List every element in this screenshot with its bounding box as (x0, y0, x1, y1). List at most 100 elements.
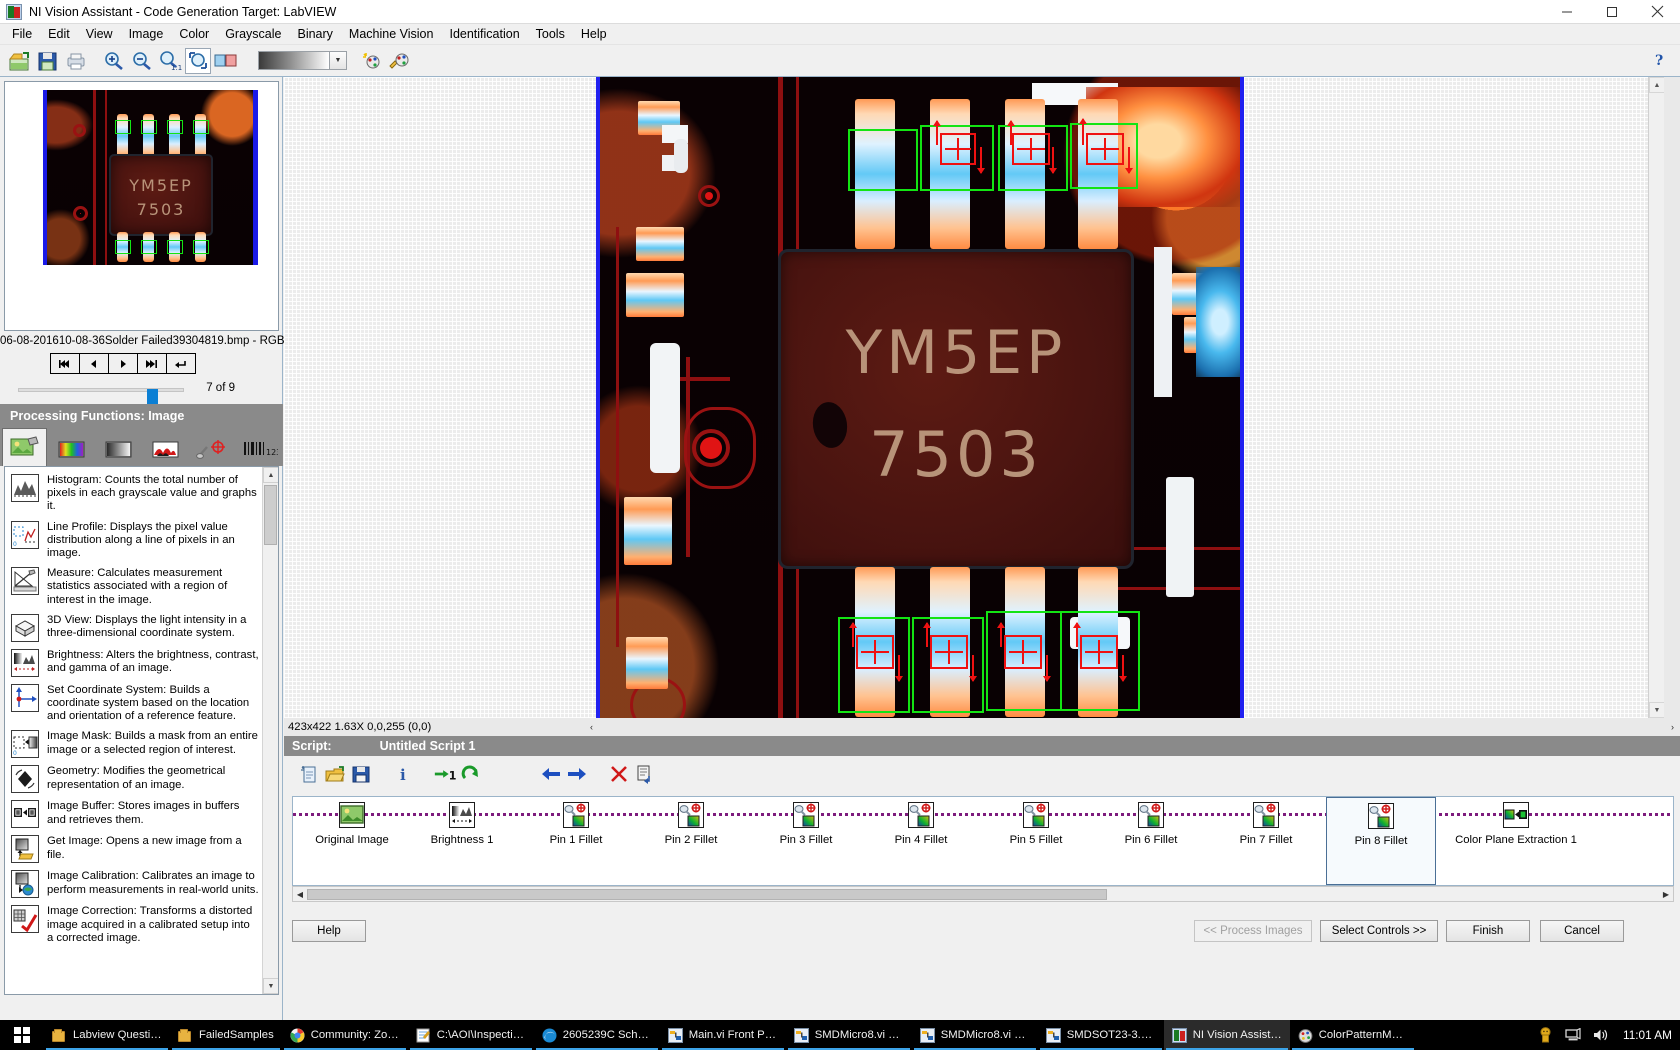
cancel-button[interactable]: Cancel (1540, 920, 1624, 942)
taskbar-item-failedsamples[interactable]: FailedSamples (170, 1020, 282, 1050)
processing-functions-list[interactable]: Histogram: Counts the total number of pi… (4, 466, 279, 995)
finish-button[interactable]: Finish (1446, 920, 1530, 942)
taskbar-item-ni-vision-assistant[interactable]: NI Vision Assista... (1163, 1020, 1290, 1050)
tab-color[interactable] (49, 434, 95, 466)
function-item-geometry[interactable]: Geometry: Modifies the geometrical repre… (5, 762, 263, 797)
windows-start-icon[interactable] (0, 1020, 44, 1050)
script-step-pin-6-fillet[interactable]: Pin 6 Fillet (1096, 797, 1206, 885)
menu-image[interactable]: Image (121, 25, 172, 43)
slider-track[interactable] (18, 388, 184, 406)
tab-grayscale[interactable] (96, 434, 142, 466)
open-image-icon[interactable] (7, 48, 33, 74)
taskbar-item-main-vi[interactable]: Main.vi Front Pa... (660, 1020, 786, 1050)
taskbar-item-smdmicro8-front[interactable]: SMDMicro8.vi Fr... (786, 1020, 912, 1050)
zoom-in-icon[interactable] (101, 48, 127, 74)
zoom-out-icon[interactable] (129, 48, 155, 74)
taskbar-item-labview-questions[interactable]: Labview Questions (44, 1020, 170, 1050)
menu-view[interactable]: View (78, 25, 121, 43)
script-step-color-plane-extraction-1[interactable]: Color Plane Extraction 1 (1441, 797, 1591, 885)
roi-pin-1[interactable] (848, 129, 918, 191)
scroll-right-icon[interactable]: ▶ (1659, 890, 1673, 899)
taskbar-clock[interactable]: 11:01 AM (1623, 1028, 1672, 1042)
edit-palette-icon[interactable] (386, 48, 412, 74)
script-step-original-image[interactable]: Original Image (297, 797, 407, 885)
previous-image-button[interactable] (79, 353, 109, 374)
close-icon[interactable] (1634, 0, 1680, 24)
magic-palette-icon[interactable] (358, 48, 384, 74)
scrollbar-thumb[interactable] (264, 485, 277, 545)
function-item-get-image[interactable]: Get Image: Opens a new image from a file… (5, 832, 263, 867)
scroll-down-icon[interactable]: ▼ (1649, 702, 1664, 718)
function-item-set-coordinate-system[interactable]: Set Coordinate System: Builds a coordina… (5, 681, 263, 728)
image-canvas[interactable]: YM5EP 7503 ▲ ▼ (284, 77, 1664, 718)
select-controls-button[interactable]: Select Controls >> (1320, 920, 1438, 942)
maximize-icon[interactable] (1589, 0, 1634, 24)
script-step-brightness-1[interactable]: Brightness 1 (407, 797, 517, 885)
save-image-icon[interactable] (35, 48, 61, 74)
last-image-button[interactable] (137, 353, 167, 374)
tab-identification[interactable]: 123 (237, 434, 283, 466)
menu-machine-vision[interactable]: Machine Vision (341, 25, 442, 43)
scroll-left-icon[interactable]: ◀ (293, 890, 307, 899)
chevron-down-icon[interactable]: ▼ (330, 51, 347, 70)
copy-step-button[interactable] (633, 762, 657, 786)
taskbar-item-smdsot23-3[interactable]: SMDSOT23-3.vi F... (1038, 1020, 1164, 1050)
ni-license-tray-icon[interactable] (1538, 1027, 1553, 1043)
menu-identification[interactable]: Identification (441, 25, 527, 43)
print-icon[interactable] (63, 48, 89, 74)
taskbar-item-community-zoo[interactable]: Community: Zoo... (282, 1020, 408, 1050)
function-item-image-correction[interactable]: Image Correction: Transforms a distorted… (5, 902, 263, 949)
function-item-3d-view[interactable]: 3D View: Displays the light intensity in… (5, 611, 263, 646)
inspected-image[interactable]: YM5EP 7503 (596, 77, 1244, 718)
image-compare-icon[interactable] (213, 48, 239, 74)
function-item-image-buffer[interactable]: Image Buffer: Stores images in buffers a… (5, 797, 263, 832)
menu-help[interactable]: Help (573, 25, 615, 43)
scroll-left-icon[interactable]: ‹ (584, 722, 599, 732)
move-step-right-button[interactable] (565, 762, 589, 786)
function-item-brightness[interactable]: Brightness: Alters the brightness, contr… (5, 646, 263, 681)
tab-binary[interactable] (143, 434, 189, 466)
move-step-left-button[interactable] (539, 762, 563, 786)
scroll-down-icon[interactable]: ▼ (263, 978, 278, 994)
image-browser-thumbnail[interactable]: YM5EP 7503 (4, 81, 279, 331)
help-question-icon[interactable]: ? (1650, 49, 1672, 71)
script-strip-scrollbar[interactable]: ◀ ▶ (292, 886, 1674, 902)
tab-machine-vision[interactable] (190, 434, 236, 466)
scroll-right-icon[interactable]: › (1665, 722, 1680, 732)
script-step-pin-3-fillet[interactable]: Pin 3 Fillet (751, 797, 861, 885)
step-info-button[interactable]: i (391, 762, 415, 786)
taskbar-item-colorpatternmatch[interactable]: ColorPatternMat... (1290, 1020, 1416, 1050)
menu-tools[interactable]: Tools (528, 25, 573, 43)
menu-binary[interactable]: Binary (289, 25, 340, 43)
next-image-button[interactable] (108, 353, 138, 374)
script-step-pin-8-fillet[interactable]: Pin 8 Fillet (1326, 797, 1436, 885)
script-step-pin-7-fillet[interactable]: Pin 7 Fillet (1211, 797, 1321, 885)
volume-tray-icon[interactable] (1593, 1028, 1609, 1042)
zoom-fit-icon[interactable] (185, 47, 211, 74)
menu-edit[interactable]: Edit (40, 25, 78, 43)
delete-step-button[interactable] (607, 762, 631, 786)
run-continuous-button[interactable] (459, 762, 483, 786)
menu-grayscale[interactable]: Grayscale (217, 25, 289, 43)
menu-color[interactable]: Color (171, 25, 217, 43)
taskbar-item-schematic[interactable]: 2605239C Schem... (534, 1020, 660, 1050)
taskbar-item-aoi-inspection[interactable]: C:\AOI\Inspectio... (408, 1020, 534, 1050)
script-step-pin-5-fillet[interactable]: Pin 5 Fillet (981, 797, 1091, 885)
run-once-button[interactable]: 1 (433, 762, 457, 786)
function-item-image-mask[interactable]: 0 Image Mask: Builds a mask from an enti… (5, 727, 263, 762)
script-step-strip[interactable]: Original Image Brightness 1 Pin 1 Fillet… (292, 796, 1674, 886)
scroll-up-icon[interactable]: ▲ (1649, 77, 1664, 93)
browse-return-button[interactable] (166, 353, 196, 374)
scrollbar-thumb[interactable] (307, 889, 1107, 900)
new-script-button[interactable] (297, 762, 321, 786)
tab-image[interactable] (2, 428, 48, 466)
script-step-pin-1-fillet[interactable]: Pin 1 Fillet (521, 797, 631, 885)
image-vertical-scrollbar[interactable]: ▲ ▼ (1648, 77, 1664, 718)
function-item-histogram[interactable]: Histogram: Counts the total number of pi… (5, 471, 263, 518)
help-button[interactable]: Help (292, 920, 366, 942)
function-item-measure[interactable]: Measure: Calculates measurement statisti… (5, 564, 263, 611)
script-step-pin-4-fillet[interactable]: Pin 4 Fillet (866, 797, 976, 885)
function-list-scrollbar[interactable]: ▲ ▼ (262, 467, 278, 994)
menu-file[interactable]: File (4, 25, 40, 43)
zoom-1-1-icon[interactable]: 1:1 (157, 48, 183, 74)
